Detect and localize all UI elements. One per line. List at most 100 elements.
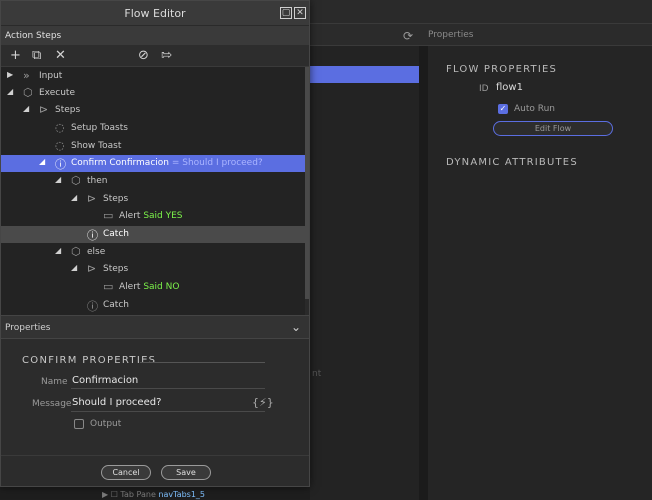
speech-bubble-icon: ◌ bbox=[55, 121, 65, 134]
cube-icon: ⬡ bbox=[71, 245, 81, 258]
export-icon[interactable]: ⇰ bbox=[161, 48, 172, 64]
tree-row-label: Steps bbox=[103, 194, 129, 204]
tree-row-steps[interactable]: ◢ ⊳ Steps bbox=[1, 261, 305, 278]
tree-row-label: Alert bbox=[119, 211, 141, 221]
tree-row-label: Steps bbox=[55, 105, 81, 115]
cube-icon: ⬡ bbox=[23, 86, 33, 99]
tree-row-then[interactable]: ◢ ⬡ then bbox=[1, 173, 305, 190]
copy-icon[interactable]: ⧉ bbox=[32, 48, 41, 64]
alert-bubble-icon: ⓘ bbox=[55, 158, 66, 171]
tree-row-show-toast[interactable]: ◌ Show Toast bbox=[1, 138, 305, 155]
cube-icon: ⬡ bbox=[71, 174, 81, 187]
tree-row-label: Catch bbox=[103, 229, 129, 239]
collapse-arrow-icon[interactable]: ◢ bbox=[55, 246, 61, 255]
collapse-arrow-icon[interactable]: ◢ bbox=[7, 87, 13, 96]
properties-bar[interactable]: Properties ⌄ bbox=[1, 315, 309, 339]
message-field-underline bbox=[71, 411, 265, 412]
tree-row-input[interactable]: ▶ » Input bbox=[1, 68, 305, 85]
checkbox-icon: ☐ bbox=[110, 490, 118, 499]
speech-bubble-icon: ◌ bbox=[55, 139, 65, 152]
tree-row-label: Confirm Confirmacion bbox=[71, 158, 169, 168]
dialog-titlebar[interactable]: Flow Editor ▢ ✕ bbox=[1, 1, 309, 25]
tree-row-label: Setup Toasts bbox=[71, 123, 128, 133]
save-button[interactable]: Save bbox=[161, 465, 211, 480]
tree-row-steps[interactable]: ◢ ⊳ Steps bbox=[1, 102, 305, 119]
tree-row-label: Show Toast bbox=[71, 141, 122, 151]
refresh-icon[interactable]: ⟳ bbox=[403, 29, 413, 43]
cancel-button[interactable]: Cancel bbox=[101, 465, 151, 480]
collapse-arrow-icon[interactable]: ◢ bbox=[39, 157, 45, 166]
properties-bar-label: Properties bbox=[5, 323, 51, 333]
delete-icon[interactable]: ✕ bbox=[55, 48, 66, 64]
action-steps-header: Action Steps bbox=[1, 25, 309, 45]
right-panel-title: Properties bbox=[428, 30, 474, 40]
action-steps-tree: ▶ » Input ◢ ⬡ Execute ◢ ⊳ Steps ◌ Setup … bbox=[1, 67, 305, 315]
tree-row-highlight: Said NO bbox=[143, 282, 180, 292]
tree-row-catch[interactable]: ⓘ Catch bbox=[1, 226, 305, 243]
add-icon[interactable]: + bbox=[10, 48, 21, 64]
properties-panel bbox=[428, 46, 652, 500]
tree-row-label: Catch bbox=[103, 300, 129, 310]
confirm-properties-panel: CONFIRM PROPERTIES Name Confirmacion Mes… bbox=[1, 339, 309, 455]
tab-pane-label: Tab Pane bbox=[120, 490, 156, 499]
id-value[interactable]: flow1 bbox=[496, 82, 523, 93]
edit-flow-button[interactable]: Edit Flow bbox=[493, 121, 613, 136]
navigator-selected-row[interactable] bbox=[310, 66, 419, 83]
play-circle-icon: ⊳ bbox=[87, 192, 97, 205]
collapse-arrow-icon[interactable]: ◢ bbox=[71, 193, 77, 202]
message-field[interactable]: Should I proceed? bbox=[72, 397, 161, 408]
background-text-fragment: nt bbox=[312, 369, 322, 379]
collapse-arrow-icon[interactable]: ◢ bbox=[55, 175, 61, 184]
disable-icon[interactable]: ⊘ bbox=[138, 48, 149, 64]
background-tab-pane-row: ▶ ☐ Tab Pane navTabs1_5 bbox=[102, 490, 205, 499]
heading-divider bbox=[140, 362, 265, 363]
tree-row-setup-toasts[interactable]: ◌ Setup Toasts bbox=[1, 120, 305, 137]
flow-editor-dialog: Flow Editor ▢ ✕ Action Steps + ⧉ ✕ ⊘ ⇰ ▶… bbox=[0, 0, 310, 487]
id-label: ID bbox=[479, 84, 489, 94]
dynamic-attributes-heading[interactable]: DYNAMIC ATTRIBUTES bbox=[446, 157, 578, 168]
confirm-properties-heading: CONFIRM PROPERTIES bbox=[22, 355, 157, 366]
expression-builder-icon[interactable]: {⚡} bbox=[252, 396, 274, 409]
auto-run-checkbox[interactable]: ✓ bbox=[498, 104, 508, 114]
chevrons-right-icon: » bbox=[23, 69, 30, 82]
expand-arrow-icon[interactable]: ▶ bbox=[7, 70, 13, 79]
alert-circle-icon: ⓘ bbox=[87, 229, 98, 242]
tree-row-alert-yes[interactable]: ▭ Alert Said YES bbox=[1, 208, 305, 225]
tree-row-steps[interactable]: ◢ ⊳ Steps bbox=[1, 191, 305, 208]
steps-toolbar: + ⧉ ✕ ⊘ ⇰ bbox=[1, 45, 309, 67]
tree-row-else[interactable]: ◢ ⬡ else bbox=[1, 244, 305, 261]
dialog-footer: Cancel Save bbox=[1, 455, 309, 486]
message-icon: ▭ bbox=[103, 280, 114, 293]
close-icon[interactable]: ✕ bbox=[294, 7, 306, 19]
play-circle-icon: ⊳ bbox=[87, 262, 97, 275]
tree-arrow-icon: ▶ bbox=[102, 490, 109, 499]
flow-properties-heading: FLOW PROPERTIES bbox=[446, 64, 558, 75]
tree-row-execute[interactable]: ◢ ⬡ Execute bbox=[1, 85, 305, 102]
navigator-panel bbox=[310, 46, 419, 500]
message-label: Message bbox=[32, 399, 72, 409]
message-icon: ▭ bbox=[103, 209, 114, 222]
name-label: Name bbox=[41, 377, 68, 387]
maximize-icon[interactable]: ▢ bbox=[280, 7, 292, 19]
name-field-underline bbox=[71, 388, 265, 389]
play-circle-icon: ⊳ bbox=[39, 103, 49, 116]
tree-row-alert-no[interactable]: ▭ Alert Said NO bbox=[1, 279, 305, 296]
alert-circle-icon: ⓘ bbox=[87, 300, 98, 313]
collapse-arrow-icon[interactable]: ◢ bbox=[23, 104, 29, 113]
dialog-title: Flow Editor bbox=[124, 7, 186, 20]
output-checkbox[interactable] bbox=[74, 419, 84, 429]
tree-row-label: Alert bbox=[119, 282, 141, 292]
tree-row-label: Input bbox=[39, 71, 63, 81]
tree-row-confirm[interactable]: ◢ ⓘ Confirm Confirmacion = Should I proc… bbox=[1, 155, 305, 172]
panel-header-bar bbox=[310, 24, 652, 46]
name-field[interactable]: Confirmacion bbox=[72, 375, 138, 386]
panel-divider[interactable] bbox=[419, 46, 428, 500]
tree-row-label: Execute bbox=[39, 88, 75, 98]
chevron-down-icon[interactable]: ⌄ bbox=[291, 320, 301, 334]
tree-row-label: Steps bbox=[103, 264, 129, 274]
collapse-arrow-icon[interactable]: ◢ bbox=[71, 263, 77, 272]
tree-row-suffix: = Should I proceed? bbox=[171, 158, 263, 168]
tree-scrollbar-thumb[interactable] bbox=[305, 67, 309, 299]
tree-row-catch[interactable]: ⓘ Catch bbox=[1, 297, 305, 314]
action-steps-label: Action Steps bbox=[5, 31, 62, 41]
